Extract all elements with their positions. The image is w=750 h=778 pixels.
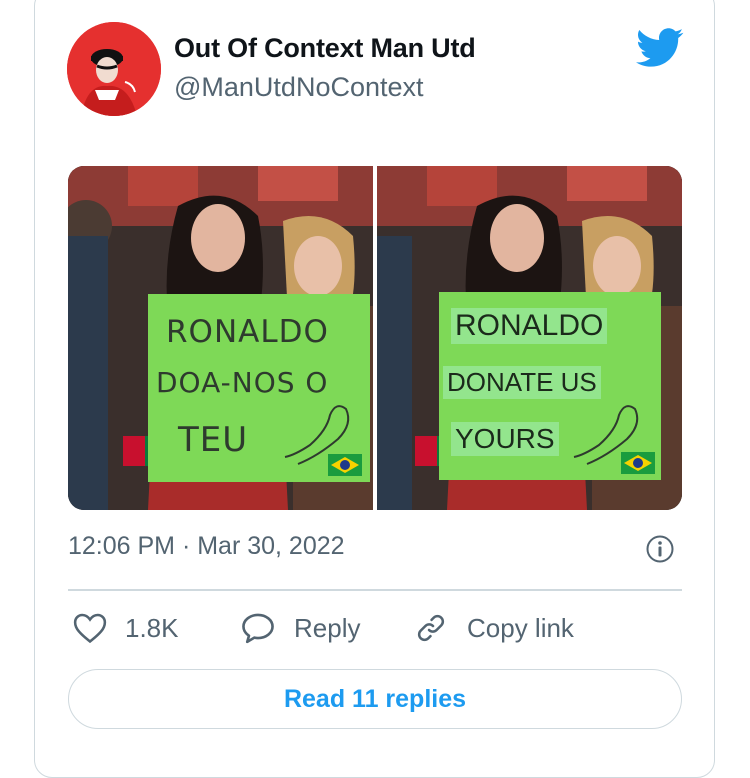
reply-label: Reply	[294, 612, 361, 643]
tweet-media[interactable]: RONALDO DOA-NOS O TEU RONALDO DONATE US	[68, 166, 682, 510]
sign-line-2: DOA-NOS O	[156, 366, 329, 399]
heart-icon	[73, 613, 107, 644]
read-replies-button[interactable]: Read 11 replies	[68, 669, 682, 729]
display-name[interactable]: Out Of Context Man Utd	[174, 33, 476, 64]
like-button[interactable]: 1.8K	[73, 612, 179, 644]
sign-line-1: RONALDO	[166, 314, 329, 350]
photo-original-sign[interactable]: RONALDO DOA-NOS O TEU	[68, 166, 373, 510]
photo-edited-sign[interactable]: RONALDO DONATE US YOURS	[377, 166, 682, 510]
read-replies-label: Read 11 replies	[283, 684, 467, 713]
user-handle[interactable]: @ManUtdNoContext	[174, 72, 424, 103]
info-icon[interactable]	[645, 534, 675, 564]
reply-button[interactable]: Reply	[240, 612, 360, 644]
avatar[interactable]	[67, 22, 161, 116]
link-icon	[417, 614, 445, 642]
divider	[68, 589, 682, 591]
avatar-image	[67, 22, 161, 116]
sign-line-2: DONATE US	[443, 366, 601, 399]
copy-link-label: Copy link	[467, 612, 574, 643]
copy-link-button[interactable]: Copy link	[413, 612, 574, 644]
tweet-timestamp[interactable]: 12:06 PM · Mar 30, 2022	[68, 532, 345, 561]
sign-line-3: YOURS	[451, 422, 559, 456]
speech-bubble-icon	[242, 613, 274, 644]
twitter-bird-icon[interactable]	[636, 28, 684, 68]
sign-line-3: TEU	[178, 420, 249, 460]
like-count: 1.8K	[125, 612, 179, 643]
sign-line-1: RONALDO	[451, 308, 608, 344]
